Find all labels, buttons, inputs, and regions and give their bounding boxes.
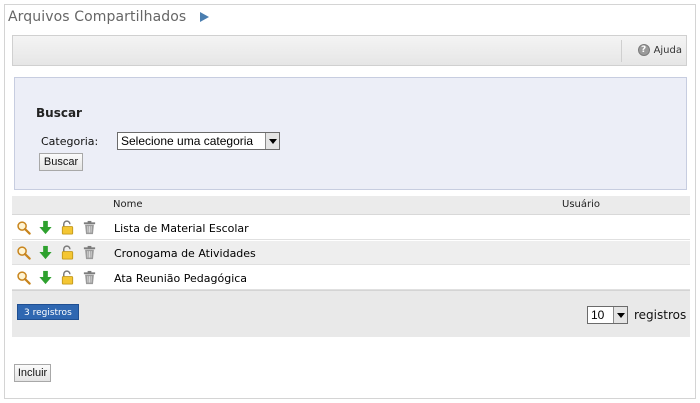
row-name[interactable]: Ata Reunião Pedagógica [114,272,247,285]
unlock-icon[interactable] [60,245,75,260]
toolbar: ? Ajuda [12,35,687,66]
download-icon[interactable] [38,245,53,260]
unlock-icon[interactable] [60,220,75,235]
search-button[interactable]: Buscar [39,153,83,171]
row-name[interactable]: Cronogama de Atividades [114,247,256,260]
table-row: Ata Reunião Pedagógica [12,266,690,290]
view-icon[interactable] [16,220,31,235]
chevron-down-icon[interactable] [613,307,627,323]
toolbar-divider [621,40,622,62]
row-actions [16,270,97,285]
table-row: Cronogama de Atividades [12,241,690,265]
column-header-nome[interactable]: Nome [113,199,143,210]
category-label: Categoria: [41,135,99,148]
help-icon: ? [637,44,650,56]
trash-icon[interactable] [82,270,97,285]
help-button[interactable]: ? Ajuda [637,44,682,56]
row-actions [16,245,97,260]
column-header-usuario[interactable]: Usuário [562,199,600,210]
table-row: Lista de Material Escolar [12,216,690,240]
trash-icon[interactable] [82,245,97,260]
page-title: Arquivos Compartilhados [8,9,187,25]
include-button[interactable]: Incluir [14,364,51,382]
per-page-select[interactable]: 10 [587,306,628,324]
table-header: Nome Usuário [12,196,690,215]
trash-icon[interactable] [82,220,97,235]
category-select-value: Selecione uma categoria [121,134,254,148]
view-icon[interactable] [16,245,31,260]
help-label: Ajuda [653,44,682,56]
view-icon[interactable] [16,270,31,285]
chevron-down-icon[interactable] [265,133,279,149]
per-page-value: 10 [591,308,605,322]
table-footer: 3 registros 10 registros [12,290,690,337]
category-select[interactable]: Selecione uma categoria [117,132,280,150]
per-page-label: registros [634,308,687,322]
record-count-badge: 3 registros [17,304,79,320]
title-arrow-icon [200,12,209,22]
search-panel: Buscar Categoria: Selecione uma categori… [14,77,687,190]
download-icon[interactable] [38,270,53,285]
unlock-icon[interactable] [60,270,75,285]
download-icon[interactable] [38,220,53,235]
search-title: Buscar [36,106,82,120]
row-name[interactable]: Lista de Material Escolar [114,222,249,235]
row-actions [16,220,97,235]
